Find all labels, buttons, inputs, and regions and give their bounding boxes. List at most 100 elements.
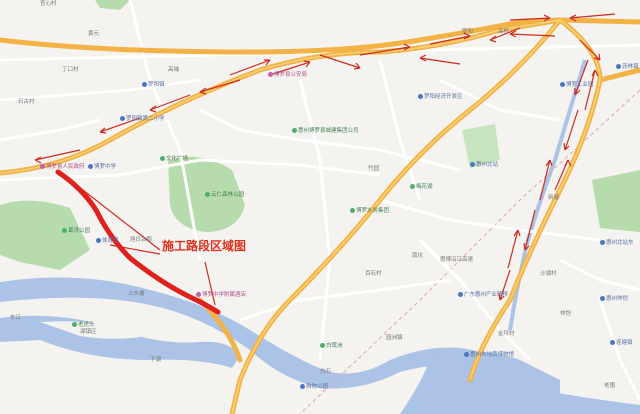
place-label-text: 博罗工业园 xyxy=(566,82,594,88)
place-label-text: 葛洪公园 xyxy=(68,228,91,234)
place-label: 丁口村 xyxy=(62,67,79,74)
place-label: 罗阳镇第二小学 xyxy=(120,116,165,123)
place-label-text: 广东惠州产业转移 xyxy=(464,292,509,298)
place-label: 博罗水务集团 xyxy=(350,208,389,215)
poi-marker-icon xyxy=(560,82,565,87)
place-label-text: 石古村 xyxy=(18,99,35,105)
place-label: 竹园 xyxy=(368,166,379,173)
map-canvas[interactable]: 施工路段区域图 官心村 黄元 丁口村 高埔 石古村 博罗县公安局 罗阳镇 博罗县人民政府 博罗中… xyxy=(0,0,640,414)
place-label-text: 园洲镇 xyxy=(386,335,403,341)
place-label-text: 高桥 xyxy=(498,29,510,35)
poi-marker-icon xyxy=(96,238,101,243)
park-area xyxy=(592,170,640,232)
place-label-text: 博罗中学附属酒店 xyxy=(202,292,247,298)
place-label: 黄元 xyxy=(88,31,100,38)
place-label-text: 惠州市地质博物馆 xyxy=(470,352,515,358)
place-label-text: 博罗中学 xyxy=(94,164,117,170)
place-label: 博罗县公安局 xyxy=(268,72,307,79)
place-label-text: 惠州仲恺 xyxy=(606,296,629,302)
place-label: 体育馆 xyxy=(96,238,119,245)
place-label: 广东惠州产业转移 xyxy=(458,292,508,299)
place-label-text: 黄元 xyxy=(88,31,100,37)
place-label-text: 罗阳 xyxy=(462,29,474,35)
place-label-text: 旭日古郡 xyxy=(130,237,153,243)
place-label-text: 老虎头 xyxy=(78,322,95,328)
poi-marker-icon xyxy=(196,292,201,297)
place-label: 官心村 xyxy=(40,1,57,8)
place-label: 罗阳 xyxy=(462,29,474,36)
place-label-text: 下湖 xyxy=(150,357,162,363)
place-label-text: 博罗水务集团 xyxy=(356,208,390,214)
place-label-text: 官心村 xyxy=(40,1,57,7)
place-label: 博罗县人民政府 xyxy=(40,164,85,171)
place-label: 惠州博罗县城建集团公司 xyxy=(292,128,359,135)
map-graphics xyxy=(0,0,640,414)
place-label: 上头塘 xyxy=(128,291,145,298)
highway-east-short xyxy=(597,67,640,83)
place-label: 仲恺 xyxy=(560,311,571,318)
place-label-text: 云仁森林公园 xyxy=(211,192,245,198)
place-label-text: 罗阳镇 xyxy=(148,82,165,88)
place-label: 博罗工业园 xyxy=(560,82,594,89)
place-label: 高埔 xyxy=(168,67,180,74)
poi-marker-icon xyxy=(142,82,147,87)
place-label: 博罗中学 xyxy=(88,164,116,171)
place-label: 沙湖村 xyxy=(540,271,557,278)
place-label-text: 丁口村 xyxy=(62,67,79,73)
place-label-text: 文化广场 xyxy=(166,156,189,162)
place-label: 购物公园 xyxy=(300,384,328,391)
poi-marker-icon xyxy=(410,184,415,189)
place-label-text: 白石 xyxy=(320,369,332,375)
place-label-text: 百石村 xyxy=(365,271,382,277)
place-label-text: 高埔 xyxy=(168,67,180,73)
place-label: 梅花湖 xyxy=(410,184,433,191)
place-label: 老围 xyxy=(604,383,615,390)
poi-marker-icon xyxy=(62,228,67,233)
place-label-text: 白鹭洲 xyxy=(326,343,343,349)
poi-marker-icon xyxy=(320,343,325,348)
poi-marker-icon xyxy=(350,208,355,213)
place-label: 罗阳经济开发区 xyxy=(418,94,463,101)
place-label: 罗阳镇 xyxy=(142,82,165,89)
river xyxy=(0,315,240,368)
place-label-text: 沙湖村 xyxy=(540,271,557,277)
poi-marker-icon xyxy=(600,240,605,245)
place-label-text: 湖镇区 xyxy=(80,329,97,335)
place-label-text: 博罗县公安局 xyxy=(274,72,308,78)
poi-marker-icon xyxy=(40,164,45,169)
place-label: 金坪村 xyxy=(498,331,515,338)
place-label: 惠州北站东 xyxy=(600,240,634,247)
place-label: 惠博沿江高速 xyxy=(440,257,473,264)
poi-marker-icon xyxy=(120,116,125,121)
place-label-text: 惠州北站东 xyxy=(606,240,634,246)
place-label-text: 金坪村 xyxy=(498,331,515,337)
place-label: 连塘镇 xyxy=(610,340,633,347)
poi-marker-icon xyxy=(458,292,463,297)
place-label: 沥林镇 xyxy=(616,64,639,71)
place-label-text: 南坑 xyxy=(412,253,424,259)
place-label: 老虎头 xyxy=(72,322,95,329)
place-label-text: 体育馆 xyxy=(102,238,119,244)
place-label: 云仁森林公园 xyxy=(205,192,244,199)
park-area xyxy=(0,200,90,270)
place-label-text: 博罗县人民政府 xyxy=(46,164,85,170)
place-label-text: 惠州北站 xyxy=(476,162,499,168)
place-label: 湖镇区 xyxy=(80,329,97,336)
poi-marker-icon xyxy=(88,164,93,169)
place-label: 惠州北站 xyxy=(470,162,498,169)
place-label: 文化广场 xyxy=(160,156,188,163)
place-label: 东江 xyxy=(10,315,22,322)
poi-marker-icon xyxy=(610,340,615,345)
place-label: 白石 xyxy=(320,369,332,376)
place-label-text: 梅花湖 xyxy=(416,184,433,190)
place-label-text: 新塘 xyxy=(548,195,560,201)
place-label: 高桥 xyxy=(498,29,510,36)
place-label-text: 东江 xyxy=(10,315,22,321)
place-label: 旭日古郡 xyxy=(130,237,153,244)
poi-marker-icon xyxy=(72,322,77,327)
poi-marker-icon xyxy=(464,352,469,357)
place-label: 园洲镇 xyxy=(386,335,403,342)
poi-marker-icon xyxy=(300,384,305,389)
poi-marker-icon xyxy=(418,94,423,99)
place-label: 新塘 xyxy=(548,195,560,202)
